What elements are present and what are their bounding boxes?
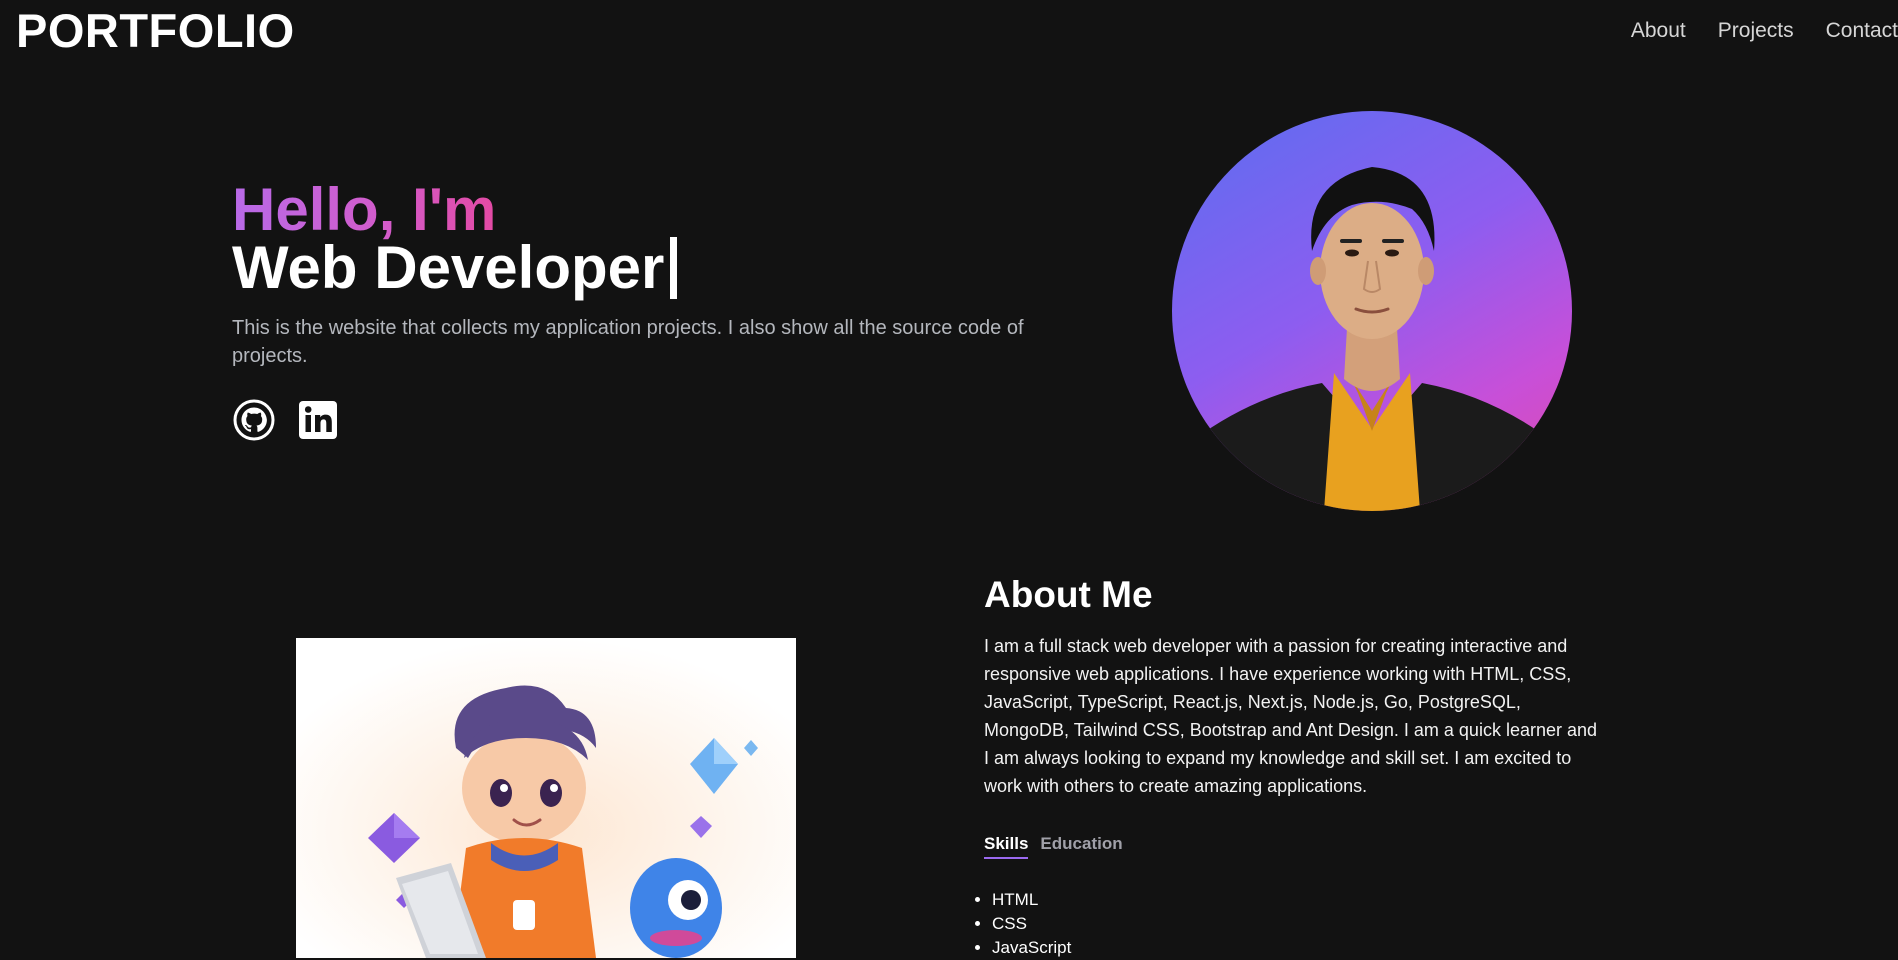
github-icon[interactable]: [232, 398, 276, 442]
site-logo[interactable]: PORTFOLIO: [16, 4, 295, 58]
skills-list: HTML CSS JavaScript: [972, 888, 1071, 960]
profile-avatar: [1172, 111, 1572, 511]
skill-item: JavaScript: [992, 936, 1071, 960]
about-tabs: Skills Education: [984, 834, 1135, 859]
typing-cursor: [670, 237, 678, 299]
tab-skills[interactable]: Skills: [984, 834, 1029, 859]
hero-role-text: Web Developer: [232, 234, 665, 301]
skill-item: HTML: [992, 888, 1071, 912]
tab-education[interactable]: Education: [1040, 834, 1122, 859]
about-illustration: [296, 638, 796, 958]
hero-intro: This is the website that collects my app…: [232, 317, 1024, 367]
hero-role: Web Developer: [232, 234, 678, 302]
skill-item: CSS: [992, 912, 1071, 936]
about-text: I am a full stack web developer with a p…: [984, 636, 1598, 796]
nav-about-link[interactable]: About: [1631, 17, 1686, 45]
about-title: About Me: [984, 574, 1153, 615]
nav-projects-link[interactable]: Projects: [1718, 17, 1794, 45]
social-links: [232, 398, 360, 442]
main-nav: About Projects Contact: [1599, 17, 1898, 45]
linkedin-icon[interactable]: [296, 398, 340, 442]
nav-contact-link[interactable]: Contact: [1826, 17, 1898, 45]
